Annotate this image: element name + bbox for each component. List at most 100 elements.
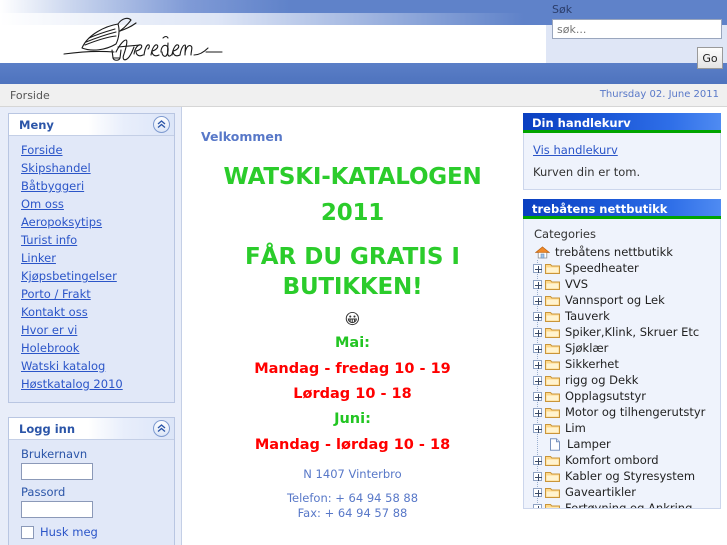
sidebar-item-hvor-er-vi[interactable]: Hvor er vi: [9, 322, 174, 340]
folder-icon: [545, 422, 560, 435]
tree-item-label[interactable]: Motor og tilhengerutstyr: [565, 404, 705, 420]
tree-item-label[interactable]: Sikkerhet: [565, 356, 619, 372]
tree-item[interactable]: Lim: [533, 420, 716, 436]
folder-icon: [545, 471, 560, 482]
folder-icon: [545, 486, 560, 499]
tree-item[interactable]: Opplagsutstyr: [533, 388, 716, 404]
tree-item[interactable]: VVS: [533, 276, 716, 292]
tree-expand-button[interactable]: [533, 423, 542, 433]
username-input[interactable]: [21, 463, 93, 480]
tree-expand-button[interactable]: [533, 407, 542, 417]
tree-item[interactable]: Motor og tilhengerutstyr: [533, 404, 716, 420]
tree-expand-button[interactable]: [533, 391, 542, 401]
tree-item-label[interactable]: Opplagsutstyr: [565, 388, 646, 404]
tree-item-label[interactable]: Lim: [565, 420, 586, 436]
tree-item[interactable]: Sikkerhet: [533, 356, 716, 372]
login-collapse-button[interactable]: [153, 420, 170, 437]
list-item: Båtbyggeri: [9, 178, 174, 196]
tree-item-label[interactable]: Fortøyning og Ankring: [565, 500, 692, 508]
sidebar-item-turist-info[interactable]: Turist info: [9, 232, 174, 250]
remember-me-checkbox[interactable]: [21, 525, 34, 539]
opening-month-june: Juni:: [334, 411, 371, 427]
sidebar-item-kontakt-oss[interactable]: Kontakt oss: [9, 304, 174, 322]
sidebar-item-aeropoksytips[interactable]: Aeropoksytips: [9, 214, 174, 232]
search-input[interactable]: [552, 19, 722, 39]
remember-me-label[interactable]: Husk meg: [40, 525, 98, 539]
site-logo[interactable]: [58, 14, 228, 72]
tree-item-label[interactable]: Speedheater: [565, 260, 639, 276]
tree-item[interactable]: Sjøklær: [533, 340, 716, 356]
view-cart-link[interactable]: Vis handlekurv: [533, 143, 712, 157]
folder-icon: [545, 454, 560, 467]
tree-expand-button[interactable]: [533, 455, 542, 465]
sidebar-item-om-oss[interactable]: Om oss: [9, 196, 174, 214]
search-go-button[interactable]: Go: [697, 47, 723, 69]
sidebar-item-kjopsbetingelser[interactable]: Kjøpsbetingelser: [9, 268, 174, 286]
menu-module-body: Forside Skipshandel Båtbyggeri Om oss Ae…: [9, 136, 174, 402]
tree-item[interactable]: rigg og Dekk: [533, 372, 716, 388]
tree-expand-button[interactable]: [533, 375, 542, 385]
tree-item[interactable]: Speedheater: [533, 260, 716, 276]
page-root: Søk Go Forside Thursday 02. June 2011 Me…: [0, 0, 727, 545]
sidebar-item-forside[interactable]: Forside: [9, 142, 174, 160]
sidebar-item-hostkatalog-2010[interactable]: Høstkatalog 2010: [9, 376, 174, 394]
promo-headline-line2: 2011: [320, 200, 385, 226]
username-label: Brukernavn: [21, 447, 88, 461]
tree-expand-button[interactable]: [533, 471, 542, 481]
folder-icon: [545, 343, 560, 354]
shop-module-header: trebåtens nettbutikk: [523, 199, 721, 219]
tree-item[interactable]: Vannsport og Lek: [533, 292, 716, 308]
opening-hours-june: Mandag - lørdag 10 - 18: [254, 437, 451, 453]
tree-expand-button[interactable]: [533, 343, 542, 353]
tree-expand-button[interactable]: [533, 487, 542, 497]
tree-expand-button[interactable]: [533, 263, 542, 273]
tree-item[interactable]: Spiker,Klink, Skruer Etc: [533, 324, 716, 340]
right-sidebar: Din handlekurv Vis handlekurv Kurven din…: [521, 107, 727, 545]
password-input[interactable]: [21, 501, 93, 518]
list-item: Kjøpsbetingelser: [9, 268, 174, 286]
breadcrumb[interactable]: Forside: [10, 89, 50, 102]
sidebar-item-batbyggeri[interactable]: Båtbyggeri: [9, 178, 174, 196]
sidebar-item-linker[interactable]: Linker: [9, 250, 174, 268]
tree-item-label[interactable]: Tauverk: [565, 308, 610, 324]
opening-hours-may-weekday: Mandag - fredag 10 - 19: [254, 361, 451, 377]
tree-expand-button[interactable]: [533, 327, 542, 337]
menu-collapse-button[interactable]: [153, 116, 170, 133]
tree-item-label[interactable]: trebåtens nettbutikk: [555, 244, 673, 260]
tree-item-label[interactable]: rigg og Dekk: [565, 372, 638, 388]
sidebar-item-skipshandel[interactable]: Skipshandel: [9, 160, 174, 178]
tree-expand-button[interactable]: [533, 295, 542, 305]
tree-item[interactable]: Fortøyning og Ankring: [533, 500, 716, 508]
sidebar-item-porto-frakt[interactable]: Porto / Frakt: [9, 286, 174, 304]
tree-item-label[interactable]: Lamper: [567, 436, 611, 452]
tree-item-label[interactable]: Komfort ombord: [565, 452, 659, 468]
page-body: Meny Forside Skipshandel Båtbyggeri Om o…: [0, 107, 727, 545]
tree-item[interactable]: trebåtens nettbutikk: [533, 244, 716, 260]
tree-item-label[interactable]: Vannsport og Lek: [565, 292, 665, 308]
list-item: Skipshandel: [9, 160, 174, 178]
main-content: Velkommen WATSKI-KATALOGEN 2011 FÅR DU G…: [183, 107, 520, 545]
tree-expand-button[interactable]: [533, 359, 542, 369]
tree-item-label[interactable]: Spiker,Klink, Skruer Etc: [565, 324, 699, 340]
tree-item-label[interactable]: Gaveartikler: [565, 484, 636, 500]
folder-icon: [545, 375, 560, 386]
tree-expand-button[interactable]: [533, 503, 542, 508]
tree-item[interactable]: Lamper: [533, 436, 716, 452]
tree-item[interactable]: Gaveartikler: [533, 484, 716, 500]
sidebar-item-holebrook[interactable]: Holebrook: [9, 340, 174, 358]
sidebar-item-watski-katalog[interactable]: Watski katalog: [9, 358, 174, 376]
login-module: Logg inn Brukernavn Passord Husk meg: [8, 417, 175, 545]
tree-item[interactable]: Tauverk: [533, 308, 716, 324]
list-item: Turist info: [9, 232, 174, 250]
tree-expand-button[interactable]: [533, 279, 542, 289]
contact-block: Telefon: + 64 94 58 88 Fax: + 64 94 57 8…: [201, 491, 504, 521]
tree-item-label[interactable]: VVS: [565, 276, 588, 292]
tree-item[interactable]: Komfort ombord: [533, 452, 716, 468]
tree-item[interactable]: Kabler og Styresystem: [533, 468, 716, 484]
folder-icon: [545, 327, 560, 338]
tree-item-label[interactable]: Sjøklær: [565, 340, 608, 356]
tree-item-label[interactable]: Kabler og Styresystem: [565, 468, 695, 484]
breadcrumb-bar: Forside Thursday 02. June 2011: [0, 84, 727, 107]
tree-expand-button[interactable]: [533, 311, 542, 321]
folder-icon: [545, 470, 560, 483]
